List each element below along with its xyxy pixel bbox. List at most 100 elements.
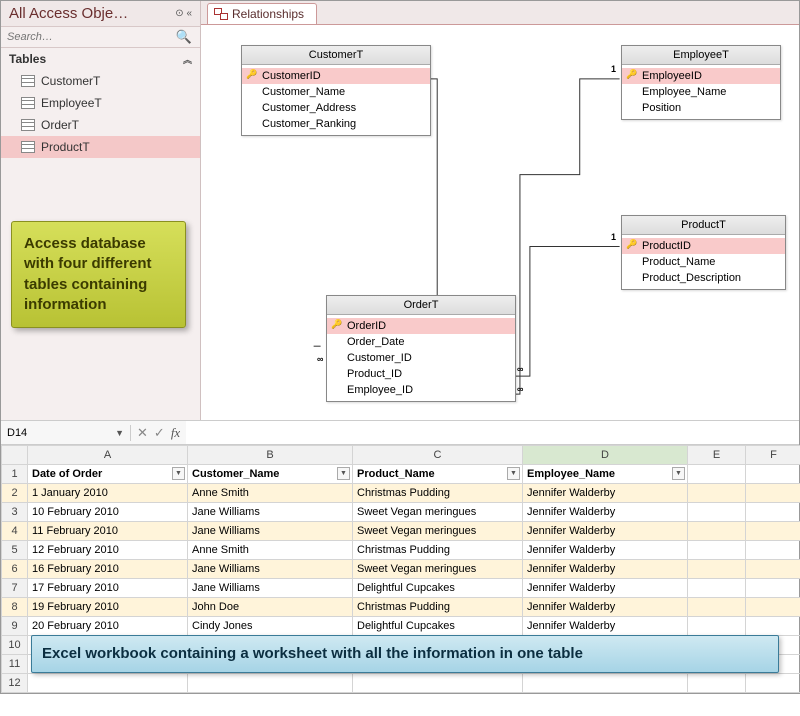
cell[interactable]: 16 February 2010 — [28, 560, 188, 579]
cell[interactable] — [746, 617, 800, 636]
table-field[interactable]: EmployeeID — [622, 68, 780, 84]
row-header[interactable]: 11 — [2, 655, 28, 674]
column-header[interactable]: C — [353, 446, 523, 465]
cell[interactable] — [746, 674, 800, 693]
cell[interactable] — [688, 598, 746, 617]
cell[interactable]: Jane Williams — [188, 579, 353, 598]
select-all-cell[interactable] — [2, 446, 28, 465]
filter-icon[interactable]: ▼ — [172, 467, 185, 480]
cell[interactable]: Jane Williams — [188, 503, 353, 522]
cell[interactable]: Jennifer Walderby — [523, 484, 688, 503]
cell[interactable] — [688, 522, 746, 541]
cell[interactable] — [688, 465, 746, 484]
table-field[interactable]: Position — [622, 100, 780, 116]
cell[interactable] — [688, 617, 746, 636]
cell[interactable] — [688, 674, 746, 693]
table-header-cell[interactable]: Date of Order▼ — [28, 465, 188, 484]
cell[interactable]: Sweet Vegan meringues — [353, 522, 523, 541]
cell[interactable] — [688, 503, 746, 522]
row-header[interactable]: 1 — [2, 465, 28, 484]
cell[interactable] — [688, 560, 746, 579]
fx-icon[interactable]: fx — [171, 425, 180, 441]
cell[interactable] — [28, 674, 188, 693]
row-header[interactable]: 2 — [2, 484, 28, 503]
sidebar-item-ordert[interactable]: OrderT — [1, 114, 200, 136]
row-header[interactable]: 6 — [2, 560, 28, 579]
row-header[interactable]: 4 — [2, 522, 28, 541]
cell[interactable]: Jane Williams — [188, 522, 353, 541]
table-header-cell[interactable]: Employee_Name▼ — [523, 465, 688, 484]
row-header[interactable]: 8 — [2, 598, 28, 617]
table-field[interactable]: ProductID — [622, 238, 785, 254]
cell[interactable]: Cindy Jones — [188, 617, 353, 636]
row-header[interactable]: 3 — [2, 503, 28, 522]
filter-icon[interactable]: ▼ — [507, 467, 520, 480]
navpane-group-tables[interactable]: Tables ︽ — [1, 48, 200, 70]
cell[interactable] — [523, 674, 688, 693]
cell[interactable] — [353, 674, 523, 693]
cell[interactable] — [746, 522, 800, 541]
search-icon[interactable]: 🔍 — [172, 29, 196, 45]
row-header[interactable]: 9 — [2, 617, 28, 636]
cell[interactable] — [188, 674, 353, 693]
enter-icon[interactable]: ✓ — [154, 425, 165, 441]
cell[interactable]: Jennifer Walderby — [523, 617, 688, 636]
sidebar-item-customert[interactable]: CustomerT — [1, 70, 200, 92]
navpane-collapse-icon[interactable]: ⊙ « — [175, 8, 192, 19]
cell[interactable]: Jennifer Walderby — [523, 579, 688, 598]
tab-relationships[interactable]: Relationships — [207, 3, 317, 24]
cell[interactable]: Anne Smith — [188, 484, 353, 503]
cell[interactable]: 17 February 2010 — [28, 579, 188, 598]
cell[interactable] — [746, 484, 800, 503]
row-header[interactable]: 12 — [2, 674, 28, 693]
table-field[interactable]: Customer_Name — [242, 84, 430, 100]
cell[interactable]: Sweet Vegan meringues — [353, 503, 523, 522]
cell[interactable]: 20 February 2010 — [28, 617, 188, 636]
sidebar-item-productt[interactable]: ProductT — [1, 136, 200, 158]
table-field[interactable]: Order_Date — [327, 334, 515, 350]
table-field[interactable]: OrderID — [327, 318, 515, 334]
column-header[interactable]: F — [746, 446, 800, 465]
table-header-cell[interactable]: Customer_Name▼ — [188, 465, 353, 484]
cell[interactable]: Jennifer Walderby — [523, 560, 688, 579]
cell[interactable]: Delightful Cupcakes — [353, 579, 523, 598]
cell[interactable]: Christmas Pudding — [353, 541, 523, 560]
relationships-canvas[interactable]: 1 ∞ 1 ∞ 1 ∞ CustomerTCustomerIDCustomer_… — [201, 25, 799, 420]
name-box[interactable]: D14 ▼ — [1, 425, 131, 441]
table-field[interactable]: Product_ID — [327, 366, 515, 382]
cell[interactable]: John Doe — [188, 598, 353, 617]
filter-icon[interactable]: ▼ — [672, 467, 685, 480]
table-field[interactable]: Customer_Ranking — [242, 116, 430, 132]
cell[interactable]: Christmas Pudding — [353, 484, 523, 503]
cell[interactable]: Jennifer Walderby — [523, 598, 688, 617]
cell[interactable] — [746, 598, 800, 617]
cell[interactable]: Jennifer Walderby — [523, 503, 688, 522]
cell[interactable]: Jennifer Walderby — [523, 522, 688, 541]
cell[interactable]: Delightful Cupcakes — [353, 617, 523, 636]
column-header[interactable]: A — [28, 446, 188, 465]
table-field[interactable]: Employee_ID — [327, 382, 515, 398]
filter-icon[interactable]: ▼ — [337, 467, 350, 480]
cell[interactable]: Sweet Vegan meringues — [353, 560, 523, 579]
table-customer[interactable]: CustomerTCustomerIDCustomer_NameCustomer… — [241, 45, 431, 136]
cell[interactable] — [746, 541, 800, 560]
cell[interactable]: 19 February 2010 — [28, 598, 188, 617]
sidebar-item-employeet[interactable]: EmployeeT — [1, 92, 200, 114]
cell[interactable]: Jane Williams — [188, 560, 353, 579]
table-field[interactable]: Product_Description — [622, 270, 785, 286]
cell[interactable]: 1 January 2010 — [28, 484, 188, 503]
table-field[interactable]: Customer_Address — [242, 100, 430, 116]
cell[interactable] — [746, 465, 800, 484]
row-header[interactable]: 7 — [2, 579, 28, 598]
table-employee[interactable]: EmployeeTEmployeeIDEmployee_NamePosition — [621, 45, 781, 120]
column-header[interactable]: B — [188, 446, 353, 465]
table-field[interactable]: Employee_Name — [622, 84, 780, 100]
cancel-icon[interactable]: ✕ — [137, 425, 148, 441]
cell[interactable]: Christmas Pudding — [353, 598, 523, 617]
cell[interactable] — [746, 579, 800, 598]
table-field[interactable]: Customer_ID — [327, 350, 515, 366]
column-header[interactable]: E — [688, 446, 746, 465]
cell[interactable] — [688, 484, 746, 503]
table-field[interactable]: Product_Name — [622, 254, 785, 270]
table-header-cell[interactable]: Product_Name▼ — [353, 465, 523, 484]
